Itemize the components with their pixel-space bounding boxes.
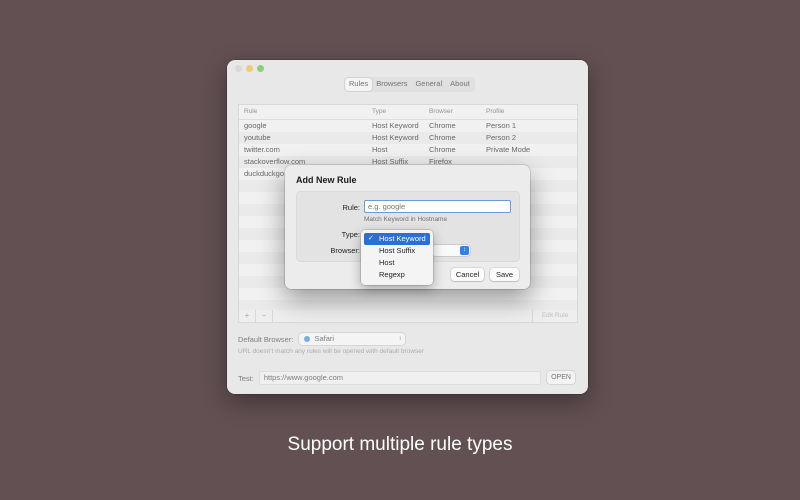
type-dropdown-menu: ✓ Host Keyword Host Suffix Host Regexp <box>361 230 433 285</box>
rule-label: Rule: <box>342 203 360 212</box>
type-option-regexp[interactable]: Regexp <box>364 269 430 281</box>
type-option-host-suffix[interactable]: Host Suffix <box>364 245 430 257</box>
checkmark-icon: ✓ <box>368 235 374 242</box>
rule-hint: Match Keyword in Hostname <box>364 216 448 223</box>
type-label: Type: <box>341 230 360 239</box>
browser-select[interactable]: ↕ <box>432 245 470 256</box>
save-button[interactable]: Save <box>490 268 519 281</box>
rule-input[interactable] <box>364 200 511 213</box>
option-label: Host <box>379 258 395 267</box>
option-label: Regexp <box>379 270 405 279</box>
type-option-host-keyword[interactable]: ✓ Host Keyword <box>364 233 430 245</box>
chevron-updown-icon: ↕ <box>460 246 469 255</box>
marketing-caption: Support multiple rule types <box>287 434 513 455</box>
browser-label: Browser: <box>330 246 360 255</box>
option-label: Host Keyword <box>379 234 426 243</box>
dialog-title: Add New Rule <box>296 175 357 185</box>
type-option-host[interactable]: Host <box>364 257 430 269</box>
cancel-button[interactable]: Cancel <box>451 268 484 281</box>
option-label: Host Suffix <box>379 246 416 255</box>
